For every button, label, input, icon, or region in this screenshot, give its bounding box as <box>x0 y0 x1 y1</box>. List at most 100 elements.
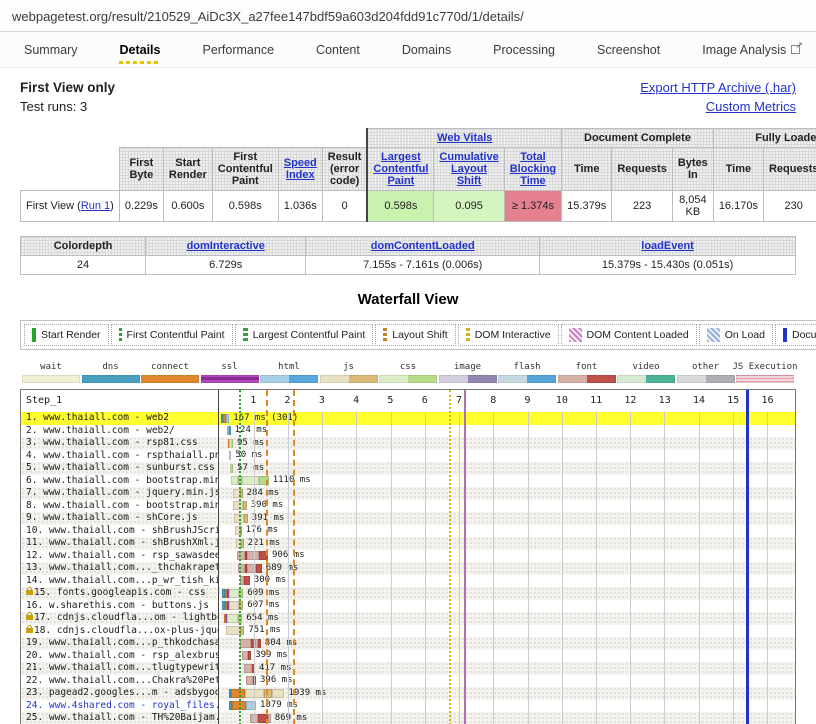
request-row[interactable]: 6. www.thaiall.com - bootstrap.min.css11… <box>21 475 795 488</box>
request-row[interactable]: 17. cdnjs.cloudfla...om - lightbox.css65… <box>21 612 795 625</box>
bar-segment-ltan <box>226 626 240 635</box>
request-label[interactable]: 2. www.thaiall.com - web2/ <box>21 425 219 438</box>
request-row[interactable]: 24. www.4shared.com - royal_files.html10… <box>21 700 795 713</box>
request-bar: 751 ms <box>226 626 281 635</box>
request-label[interactable]: 7. www.thaiall.com - jquery.min.js <box>21 487 219 500</box>
request-track: 1110 ms <box>219 475 795 488</box>
request-timing-label: 396 ms <box>260 676 293 685</box>
request-timing-label: 906 ms <box>272 551 305 560</box>
request-row[interactable]: 20. www.thaiall.com - rsp_alexbrush.ttf3… <box>21 650 795 663</box>
request-row[interactable]: 7. www.thaiall.com - jquery.min.js 284 ms <box>21 487 795 500</box>
request-row[interactable]: 21. www.thaiall.com...tlugtypewriter.ttf… <box>21 662 795 675</box>
column-header-link[interactable]: Cumulative Layout Shift <box>439 151 498 187</box>
request-row[interactable]: 8. www.thaiall.com - bootstrap.min.js390… <box>21 500 795 513</box>
request-row[interactable]: 1. www.thaiall.com - web2167 ms (301) <box>21 412 795 425</box>
mime-swatch <box>558 375 616 383</box>
legend-marker-icon <box>707 328 720 342</box>
request-row[interactable]: 12. www.thaiall.com - rsp_sawasdee.ttf 90… <box>21 550 795 563</box>
request-label[interactable]: 11. www.thaiall.com - shBrushXml.js <box>21 537 219 550</box>
request-row[interactable]: 22. www.thaiall.com...Chakra%20Petch.ttf… <box>21 675 795 688</box>
request-timing-label: 221 ms <box>248 539 281 548</box>
request-bar: 95 ms <box>228 439 264 448</box>
column-header-largest-contentful-paint[interactable]: Largest Contentful Paint <box>367 148 433 191</box>
request-row[interactable]: 23. pagead2.googles...m - adsbygoogle.js… <box>21 687 795 700</box>
column-header-speed-index[interactable]: Speed Index <box>278 148 322 191</box>
request-label[interactable]: 18. cdnjs.cloudfla...ox-plus-jquery.js <box>21 625 219 638</box>
tab-processing[interactable]: Processing <box>491 33 557 67</box>
column-header-link[interactable]: Largest Contentful Paint <box>373 151 428 187</box>
tab-details[interactable]: Details <box>117 33 162 67</box>
request-row[interactable]: 3. www.thaiall.com - rsp81.css 95 ms <box>21 437 795 450</box>
request-row[interactable]: 15. fonts.googleapis.com - css609 ms <box>21 587 795 600</box>
tab-domains[interactable]: Domains <box>400 33 453 67</box>
run-1-link[interactable]: Run 1 <box>81 200 110 212</box>
request-row[interactable]: 2. www.thaiall.com - web2/124 ms <box>21 425 795 438</box>
request-label[interactable]: 14. www.thaiall.com...p_wr_tish_kid2.ttf <box>21 575 219 588</box>
request-row[interactable]: 25. www.thaiall.com - TH%20Baijam.ttf869… <box>21 712 795 724</box>
custom-metrics-link[interactable]: Custom Metrics <box>640 99 796 114</box>
group-header-link[interactable]: Web Vitals <box>437 132 492 144</box>
request-row[interactable]: 16. w.sharethis.com - buttons.js607 ms <box>21 600 795 613</box>
request-row[interactable]: 9. www.thaiall.com - shCore.js391 ms <box>21 512 795 525</box>
tab-screenshot[interactable]: Screenshot <box>595 33 662 67</box>
tab-content[interactable]: Content <box>314 33 362 67</box>
request-row[interactable]: 14. www.thaiall.com...p_wr_tish_kid2.ttf… <box>21 575 795 588</box>
tab-summary[interactable]: Summary <box>22 33 79 67</box>
request-track: 906 ms <box>219 550 795 563</box>
request-label[interactable]: 5. www.thaiall.com - sunburst.css <box>21 462 219 475</box>
metrics-header-link[interactable]: loadEvent <box>641 240 694 252</box>
request-label[interactable]: 8. www.thaiall.com - bootstrap.min.js <box>21 500 219 513</box>
metrics-header-loadevent[interactable]: loadEvent <box>540 237 796 256</box>
request-label[interactable]: 16. w.sharethis.com - buttons.js <box>21 600 219 613</box>
request-bar: 124 ms <box>227 426 268 435</box>
metrics-header-dominteractive[interactable]: domInteractive <box>146 237 306 256</box>
legend-item-document-complete: Document Complete <box>775 324 816 346</box>
request-label[interactable]: 12. www.thaiall.com - rsp_sawasdee.ttf <box>21 550 219 563</box>
tab-image-analysis[interactable]: Image Analysis <box>700 33 802 67</box>
request-label[interactable]: 21. www.thaiall.com...tlugtypewriter.ttf <box>21 662 219 675</box>
request-label[interactable]: 17. cdnjs.cloudfla...om - lightbox.css <box>21 612 219 625</box>
request-label[interactable]: 6. www.thaiall.com - bootstrap.min.css <box>21 475 219 488</box>
request-label[interactable]: 4. www.thaiall.com - rspthaiall.png <box>21 450 219 463</box>
metrics-header-domcontentloaded[interactable]: domContentLoaded <box>306 237 540 256</box>
request-label[interactable]: 19. www.thaiall.com...p_thkodchasal2.ttf <box>21 637 219 650</box>
request-label[interactable]: 25. www.thaiall.com - TH%20Baijam.ttf <box>21 712 219 724</box>
tab-performance[interactable]: Performance <box>200 33 276 67</box>
request-row[interactable]: 18. cdnjs.cloudfla...ox-plus-jquery.js 75… <box>21 625 795 638</box>
request-label[interactable]: 10. www.thaiall.com - shBrushJScript.js <box>21 525 219 538</box>
mime-label: video <box>632 362 659 372</box>
request-label[interactable]: 20. www.thaiall.com - rsp_alexbrush.ttf <box>21 650 219 663</box>
request-label[interactable]: 24. www.4shared.com - royal_files.html <box>21 700 219 713</box>
column-header-link[interactable]: Speed Index <box>284 157 317 181</box>
address-bar[interactable]: webpagetest.org/result/210529_AiDc3X_a27… <box>0 0 816 32</box>
bar-segment-red <box>258 639 261 648</box>
request-row[interactable]: 4. www.thaiall.com - rspthaiall.png 50 ms <box>21 450 795 463</box>
column-header-link[interactable]: Total Blocking Time <box>510 151 556 187</box>
request-bar: 176 ms <box>235 526 278 535</box>
export-har-link[interactable]: Export HTTP Archive (.har) <box>640 80 796 95</box>
group-header-web-vitals[interactable]: Web Vitals <box>367 129 561 148</box>
column-header-cumulative-layout-shift[interactable]: Cumulative Layout Shift <box>434 148 504 191</box>
result-value-cell: 0.229s <box>119 191 163 222</box>
request-label[interactable]: 13. www.thaiall.com..._thchakrapetch.ttf <box>21 562 219 575</box>
request-row[interactable]: 11. www.thaiall.com - shBrushXml.js 221 m… <box>21 537 795 550</box>
request-row[interactable]: 5. www.thaiall.com - sunburst.css57 ms <box>21 462 795 475</box>
group-header-spacer <box>21 129 368 148</box>
metrics-header-link[interactable]: domContentLoaded <box>371 240 475 252</box>
request-timing-label: 50 ms <box>235 451 262 460</box>
request-row[interactable]: 13. www.thaiall.com..._thchakrapetch.ttf… <box>21 562 795 575</box>
request-label[interactable]: 15. fonts.googleapis.com - css <box>21 587 219 600</box>
request-bar: 284 ms <box>233 489 279 498</box>
request-label[interactable]: 23. pagead2.googles...m - adsbygoogle.js <box>21 687 219 700</box>
tab-label: Content <box>316 43 360 57</box>
request-row[interactable]: 10. www.thaiall.com - shBrushJScript.js 1… <box>21 525 795 538</box>
request-label[interactable]: 9. www.thaiall.com - shCore.js <box>21 512 219 525</box>
request-label[interactable]: 1. www.thaiall.com - web2 <box>21 412 219 425</box>
request-row[interactable]: 19. www.thaiall.com...p_thkodchasal2.ttf… <box>21 637 795 650</box>
request-label[interactable]: 3. www.thaiall.com - rsp81.css <box>21 437 219 450</box>
legend-label: On Load <box>725 329 765 341</box>
metrics-header-link[interactable]: domInteractive <box>187 240 265 252</box>
request-track: 221 ms <box>219 537 795 550</box>
request-label[interactable]: 22. www.thaiall.com...Chakra%20Petch.ttf <box>21 675 219 688</box>
column-header-total-blocking-time[interactable]: Total Blocking Time <box>504 148 561 191</box>
